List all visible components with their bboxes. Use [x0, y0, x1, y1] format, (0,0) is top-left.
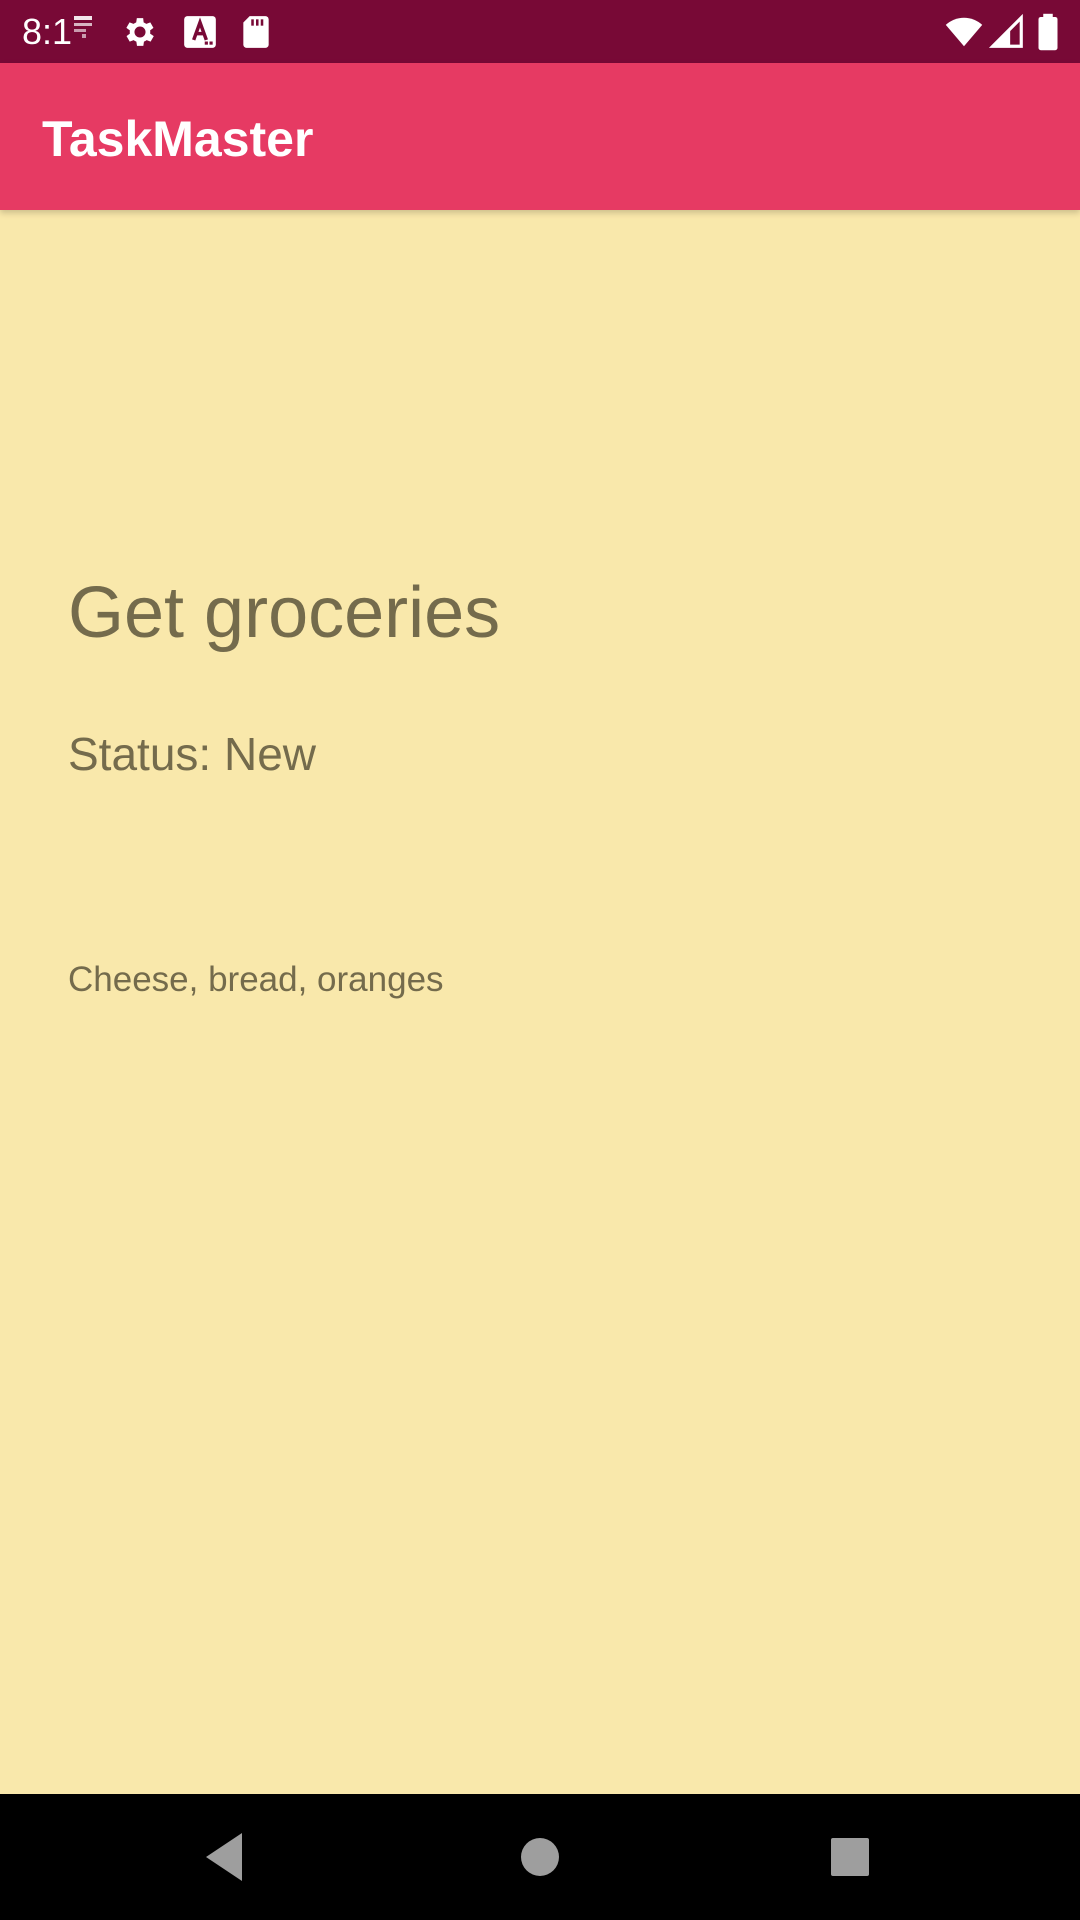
notification-small-icon	[72, 14, 94, 40]
screen: 8:1 TaskMaster Get groceries Status: New…	[0, 0, 1080, 1920]
home-icon[interactable]	[510, 1827, 570, 1887]
cell-signal-icon	[988, 13, 1026, 51]
wifi-icon	[944, 13, 984, 51]
task-status: Status: New	[68, 728, 316, 780]
sd-card-icon	[237, 13, 275, 51]
nav-bar	[0, 1794, 1080, 1920]
status-time: 8:1	[22, 11, 73, 52]
task-description: Cheese, bread, oranges	[68, 960, 444, 999]
back-icon[interactable]	[194, 1827, 254, 1887]
app-bar: TaskMaster	[0, 63, 1080, 210]
app-title: TaskMaster	[42, 111, 314, 167]
battery-icon	[1036, 13, 1060, 51]
text-a-icon	[181, 13, 219, 51]
task-detail: Get groceries Status: New Cheese, bread,…	[0, 210, 1080, 1794]
status-bar: 8:1	[0, 0, 1080, 63]
gear-icon	[121, 13, 159, 51]
recents-icon[interactable]	[820, 1827, 880, 1887]
task-title: Get groceries	[68, 573, 501, 653]
